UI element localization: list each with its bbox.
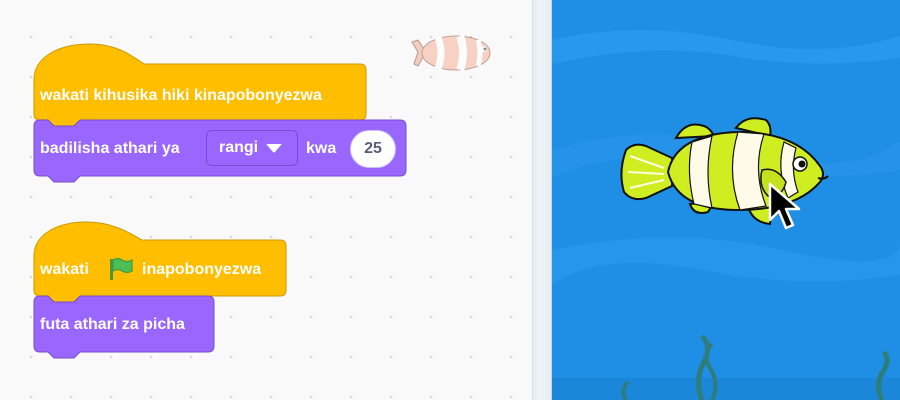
effect-dropdown[interactable]: rangi	[206, 130, 298, 166]
flag-hat-label-after: inapobonyezwa	[142, 261, 262, 278]
pane-divider[interactable]	[532, 0, 552, 400]
mouse-pointer-icon	[768, 182, 801, 230]
hat-block-sprite-clicked-shape	[33, 43, 367, 127]
change-effect-by-label: kwa	[306, 140, 337, 157]
code-area[interactable]: wakati kihusika hiki kinapobonyezwa badi…	[0, 0, 532, 400]
clear-effects-label: futa athari za picha	[40, 316, 185, 333]
effect-amount-input[interactable]: 25	[350, 130, 396, 168]
change-effect-label: badilisha athari ya	[40, 140, 180, 157]
code-area-scrollbar[interactable]	[537, 0, 545, 400]
green-flag-icon	[110, 257, 133, 280]
effect-amount-value: 25	[364, 140, 382, 157]
block-shapes	[33, 43, 407, 359]
stage[interactable]	[552, 0, 900, 400]
hat-block-label: wakati kihusika hiki kinapobonyezwa	[40, 87, 322, 104]
caret-down-icon	[266, 144, 282, 153]
effect-dropdown-value: rangi	[219, 139, 259, 156]
flag-hat-label-before: wakati	[40, 261, 89, 278]
